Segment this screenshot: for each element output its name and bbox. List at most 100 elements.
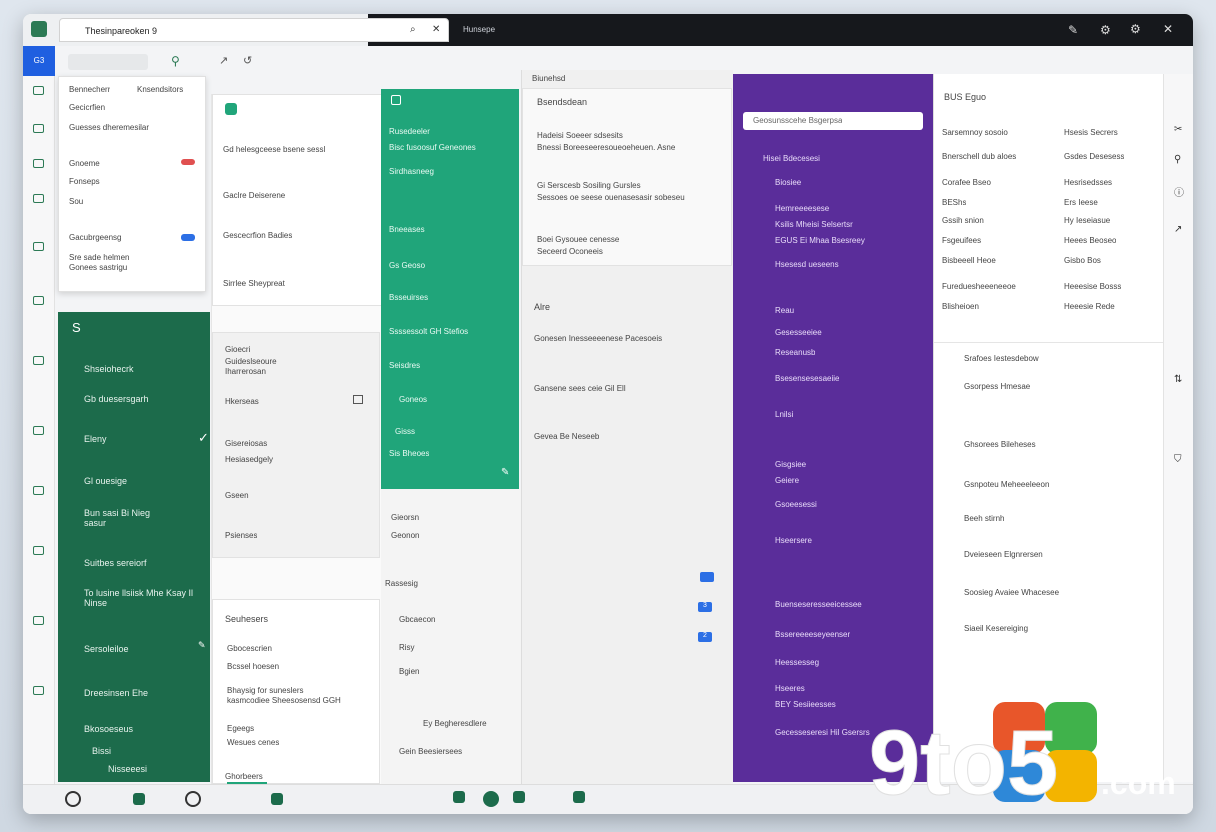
purple-item[interactable]: Hsesesd ueseens bbox=[775, 260, 839, 270]
purple-item[interactable]: Reseanusb bbox=[775, 348, 815, 358]
purple-item[interactable]: Gsoeesessi bbox=[775, 500, 817, 510]
chip-icon[interactable] bbox=[573, 791, 585, 803]
teal-item[interactable]: Gisss bbox=[395, 427, 415, 437]
list-item[interactable]: Bgien bbox=[399, 667, 419, 677]
list-item[interactable]: Wesues cenes bbox=[227, 738, 279, 748]
chip-icon[interactable] bbox=[133, 793, 145, 805]
purple-item[interactable]: Bsesensesesaeiie bbox=[775, 374, 839, 384]
nav-item[interactable]: Gl ouesige bbox=[84, 476, 127, 486]
circle-icon[interactable] bbox=[65, 791, 81, 807]
chart-icon[interactable] bbox=[33, 296, 44, 305]
close-tab-icon[interactable]: ✕ bbox=[432, 24, 440, 35]
doc-icon[interactable] bbox=[33, 124, 44, 133]
purple-item[interactable]: Ksilis Mheisi Selsertsr bbox=[775, 220, 853, 230]
rail-active-item[interactable]: G3 bbox=[23, 46, 55, 76]
list-item[interactable]: Gevea Be Neseeb bbox=[534, 432, 599, 442]
list-item[interactable]: Gsnpoteu Meheeeleeon bbox=[964, 480, 1049, 490]
nav-item[interactable]: Bun sasi Bi Nieg sasur bbox=[84, 508, 174, 530]
list-item[interactable]: Srafoes Iestesdebow bbox=[964, 354, 1039, 364]
search-icon[interactable]: ⌕ bbox=[410, 24, 416, 35]
list-item[interactable]: Ghsorees Bileheses bbox=[964, 440, 1036, 450]
teal-item[interactable]: Seisdres bbox=[389, 361, 420, 371]
chip-icon[interactable] bbox=[453, 791, 465, 803]
purple-item[interactable]: Hseeres bbox=[775, 684, 805, 694]
purple-item[interactable]: BEY Sesiieesses bbox=[775, 700, 836, 710]
filter-icon[interactable]: ⛉ bbox=[1174, 454, 1182, 465]
nav-item[interactable]: Bissi bbox=[92, 746, 111, 756]
arrow-icon[interactable]: ↗ bbox=[1174, 224, 1182, 235]
sort-icon[interactable]: ⇅ bbox=[1174, 374, 1182, 385]
list-item[interactable]: Bcssel hoesen bbox=[227, 662, 279, 672]
nav-item[interactable]: Shseiohecrk bbox=[84, 364, 134, 374]
arrow-icon[interactable]: ↗ bbox=[219, 54, 228, 67]
dropdown-item[interactable]: Fonseps bbox=[69, 177, 100, 187]
menu-icon[interactable] bbox=[33, 546, 44, 555]
purple-item[interactable]: Reau bbox=[775, 306, 794, 316]
tag-icon[interactable] bbox=[353, 395, 363, 404]
grid-icon[interactable] bbox=[33, 426, 44, 435]
nav-item[interactable]: Dreesinsen Ehe bbox=[84, 688, 148, 698]
pen-icon[interactable]: ✎ bbox=[1068, 23, 1080, 37]
tag-icon[interactable] bbox=[33, 486, 44, 495]
nav-item[interactable]: Sersoleiloe bbox=[84, 644, 129, 654]
dark-tab-title[interactable]: Hunsepe bbox=[463, 25, 495, 35]
list-item[interactable]: Rassesig bbox=[385, 579, 418, 589]
purple-item[interactable]: Biosiee bbox=[775, 178, 801, 188]
dropdown-item[interactable]: Gnoeme bbox=[69, 159, 100, 169]
purple-item[interactable]: Lnilsi bbox=[775, 410, 793, 420]
list-item[interactable]: Gansene sees ceie Gil Ell bbox=[534, 384, 626, 394]
chip-icon[interactable] bbox=[513, 791, 525, 803]
pin-icon[interactable]: ⚲ bbox=[1174, 154, 1181, 165]
purple-item[interactable]: Heessesseg bbox=[775, 658, 819, 668]
list-item[interactable]: Gonesen Inesseeeenese Pacesoeis bbox=[534, 334, 662, 344]
list-item[interactable]: Ey Begheresdlere bbox=[423, 719, 487, 729]
nav-item[interactable]: Bkosoeseus bbox=[84, 724, 133, 734]
circle-icon[interactable] bbox=[185, 791, 201, 807]
purple-item[interactable]: Gisgsiee bbox=[775, 460, 806, 470]
dropdown-item[interactable]: Sre sade helmen Gonees sastrigu bbox=[69, 253, 159, 273]
circle-icon[interactable] bbox=[483, 791, 499, 807]
list-item[interactable]: Gbcaecon bbox=[399, 615, 435, 625]
list-item[interactable]: Egeegs bbox=[227, 724, 254, 734]
dropdown-item[interactable]: Guesses dheremesilar bbox=[69, 123, 149, 133]
list-icon[interactable] bbox=[33, 242, 44, 251]
dropdown-item[interactable]: Gacubrgeensg bbox=[69, 233, 121, 243]
settings-icon[interactable]: ⚙ bbox=[1100, 23, 1111, 37]
link-icon[interactable] bbox=[33, 616, 44, 625]
gear-icon[interactable]: ⚙ bbox=[1130, 22, 1141, 36]
active-tab[interactable]: Thesinpareoken 9 ⌕ ✕ bbox=[59, 18, 449, 42]
scissor-icon[interactable]: ✂ bbox=[1174, 124, 1182, 135]
list-item[interactable]: Soosieg Avaiee Whacesee bbox=[964, 588, 1059, 598]
list-item[interactable]: Geonon bbox=[391, 531, 419, 541]
purple-item[interactable]: Gesesseeiee bbox=[775, 328, 822, 338]
list-item[interactable]: Siaeil Kesereiging bbox=[964, 624, 1028, 634]
nav-item[interactable]: Nisseeesi bbox=[108, 764, 147, 774]
list-item[interactable]: Risy bbox=[399, 643, 415, 653]
list-item[interactable]: Gein Beesiersees bbox=[399, 747, 462, 757]
folder-icon[interactable] bbox=[33, 159, 44, 168]
dropdown-item[interactable]: Sou bbox=[69, 197, 83, 207]
teal-item[interactable]: Bisc fusoosuf Geneones bbox=[389, 143, 476, 153]
teal-item[interactable]: Ssssessolt GH Stefios bbox=[389, 327, 468, 337]
purple-item[interactable]: Geiere bbox=[775, 476, 799, 486]
chip-icon[interactable] bbox=[271, 793, 283, 805]
home-icon[interactable] bbox=[33, 86, 44, 95]
search-input[interactable]: Geosunsscehe Bsgerpsa bbox=[743, 112, 923, 130]
purple-item[interactable]: Bssereeeeseyeenser bbox=[775, 630, 850, 640]
teal-item[interactable]: Bsseuirses bbox=[389, 293, 428, 303]
list-item[interactable]: Dveieseen Elgnrersen bbox=[964, 550, 1043, 560]
trash-icon[interactable] bbox=[33, 686, 44, 695]
nav-item[interactable]: Gb duesersgarh bbox=[84, 394, 149, 404]
teal-item[interactable]: Goneos bbox=[399, 395, 427, 405]
purple-item[interactable]: Buenseseresseeicessee bbox=[775, 600, 862, 610]
nav-item[interactable]: Eleny bbox=[84, 434, 107, 444]
edit-icon[interactable]: ✎ bbox=[198, 640, 206, 651]
list-item[interactable]: Gbocescrien bbox=[227, 644, 272, 654]
address-bar[interactable] bbox=[68, 54, 148, 70]
teal-item[interactable]: Sis Bheoes bbox=[389, 449, 429, 459]
nav-item[interactable]: Suitbes sereiorf bbox=[84, 558, 147, 568]
info-icon[interactable]: ⓘ bbox=[1174, 184, 1184, 199]
bookmark-icon[interactable]: ⚲ bbox=[171, 54, 180, 68]
purple-item[interactable]: Hseersere bbox=[775, 536, 812, 546]
list-item[interactable]: Gieorsn bbox=[391, 513, 419, 523]
